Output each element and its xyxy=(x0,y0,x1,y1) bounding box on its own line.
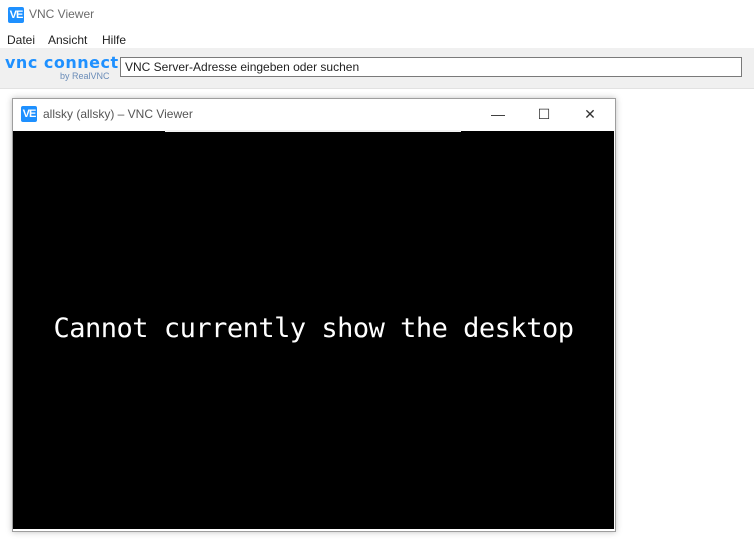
close-icon[interactable]: ✕ xyxy=(567,99,613,129)
server-address-input[interactable] xyxy=(120,57,742,77)
app-titlebar: VE VNC Viewer xyxy=(0,0,754,30)
maximize-icon[interactable]: ☐ xyxy=(521,99,567,129)
vnc-logo-icon: VE xyxy=(8,7,24,23)
desktop-status-message: Cannot currently show the desktop xyxy=(53,313,574,344)
session-titlebar: VE allsky (allsky) – VNC Viewer — ☐ ✕ xyxy=(13,99,615,131)
menu-item-hilfe[interactable]: Hilfe xyxy=(102,33,126,47)
brand-sub: by RealVNC xyxy=(60,71,110,81)
remote-desktop-view[interactable]: Cannot currently show the desktop xyxy=(13,130,614,529)
remote-toolbar-strip[interactable] xyxy=(165,130,461,132)
menu-item-datei[interactable]: Datei xyxy=(7,33,35,47)
vnc-connect-brand: vnc connect by RealVNC xyxy=(5,53,118,83)
menu-item-ansicht[interactable]: Ansicht xyxy=(48,33,87,47)
menubar: Datei Ansicht Hilfe xyxy=(0,30,754,48)
minimize-icon[interactable]: — xyxy=(475,99,521,129)
toolbar: vnc connect by RealVNC xyxy=(0,48,754,89)
session-logo-icon: VE xyxy=(21,106,37,122)
app-title: VNC Viewer xyxy=(29,7,95,21)
vnc-session-window: VE allsky (allsky) – VNC Viewer — ☐ ✕ Ca… xyxy=(12,98,616,532)
session-title: allsky (allsky) – VNC Viewer xyxy=(43,107,193,121)
brand-main: vnc connect xyxy=(5,53,119,72)
